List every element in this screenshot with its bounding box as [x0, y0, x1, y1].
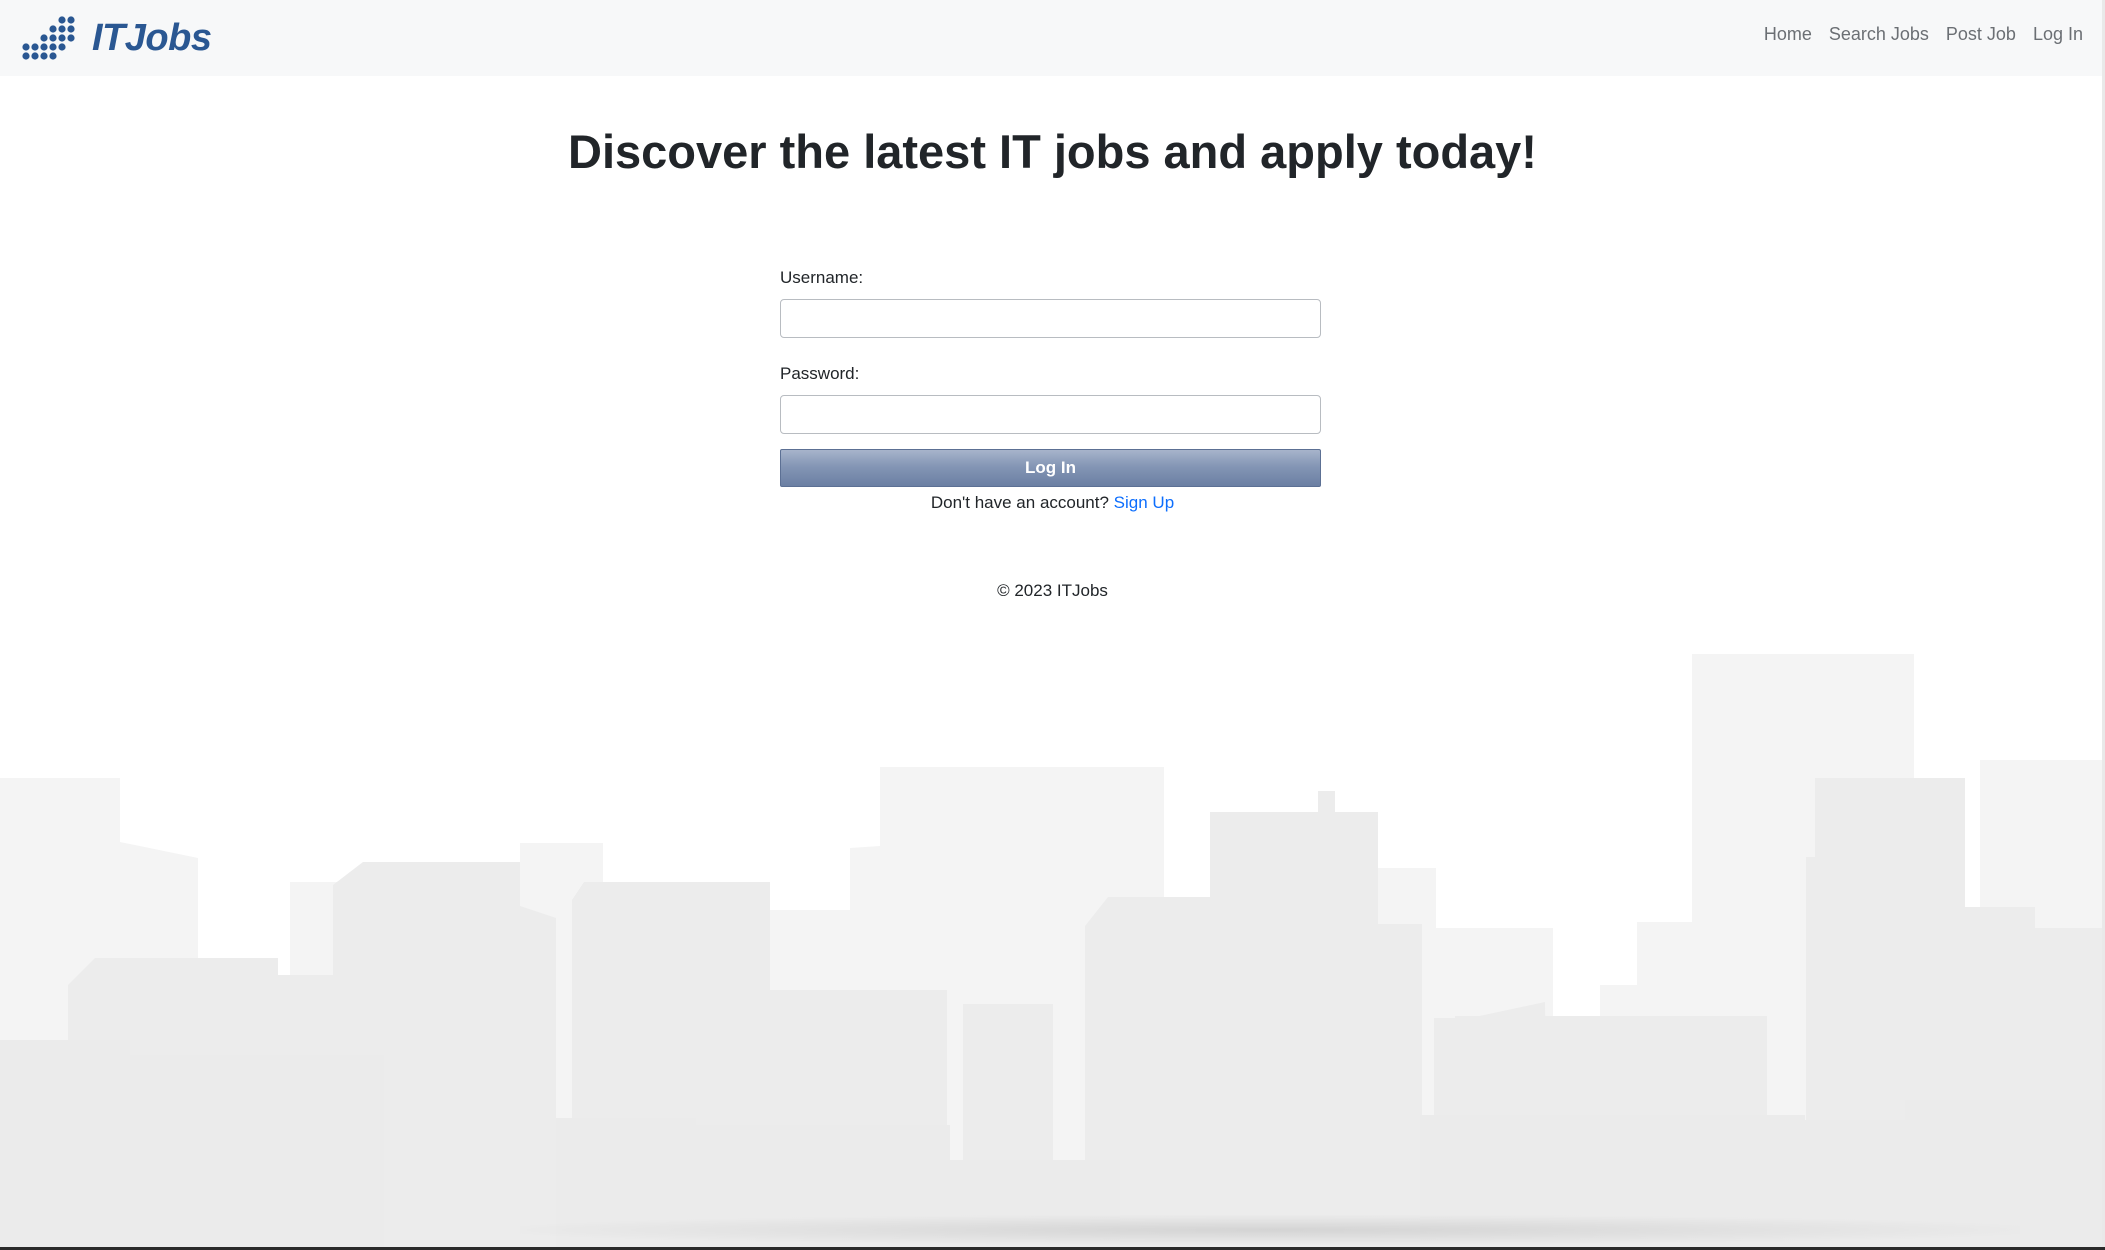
login-form: Username: Password: Log In	[780, 268, 1321, 487]
log-in-button[interactable]: Log In	[780, 449, 1321, 487]
username-label: Username:	[780, 268, 864, 287]
page: ITJobs Home Search Jobs Post Job Log In …	[0, 0, 2105, 1250]
brand-logo-icon	[22, 16, 75, 60]
signup-prompt: Don't have an account? Sign Up	[0, 493, 2105, 513]
main-nav: Home Search Jobs Post Job Log In	[1747, 24, 2083, 45]
copyright-text: © 2023 ITJobs	[997, 581, 1108, 600]
username-field-group: Username:	[780, 268, 1321, 338]
username-input[interactable]	[780, 299, 1321, 338]
password-input[interactable]	[780, 395, 1321, 434]
sign-up-link[interactable]: Sign Up	[1114, 493, 1174, 512]
brand-link[interactable]: ITJobs	[22, 14, 212, 62]
page-footer: © 2023 ITJobs	[0, 581, 2105, 601]
nav-search-jobs-link[interactable]: Search Jobs	[1829, 24, 1929, 45]
nav-home-link[interactable]: Home	[1764, 24, 1812, 45]
nav-post-job-link[interactable]: Post Job	[1946, 24, 2016, 45]
signup-prompt-text: Don't have an account?	[930, 493, 1114, 512]
page-title: Discover the latest IT jobs and apply to…	[568, 125, 1537, 178]
password-field-group: Password:	[780, 364, 1321, 434]
top-navbar: ITJobs Home Search Jobs Post Job Log In	[0, 0, 2105, 76]
password-label: Password:	[780, 364, 860, 383]
city-skyline-background	[0, 654, 2105, 1250]
ground-shadow	[520, 1215, 2020, 1245]
nav-log-in-link[interactable]: Log In	[2033, 24, 2083, 45]
brand-name: ITJobs	[92, 16, 212, 59]
